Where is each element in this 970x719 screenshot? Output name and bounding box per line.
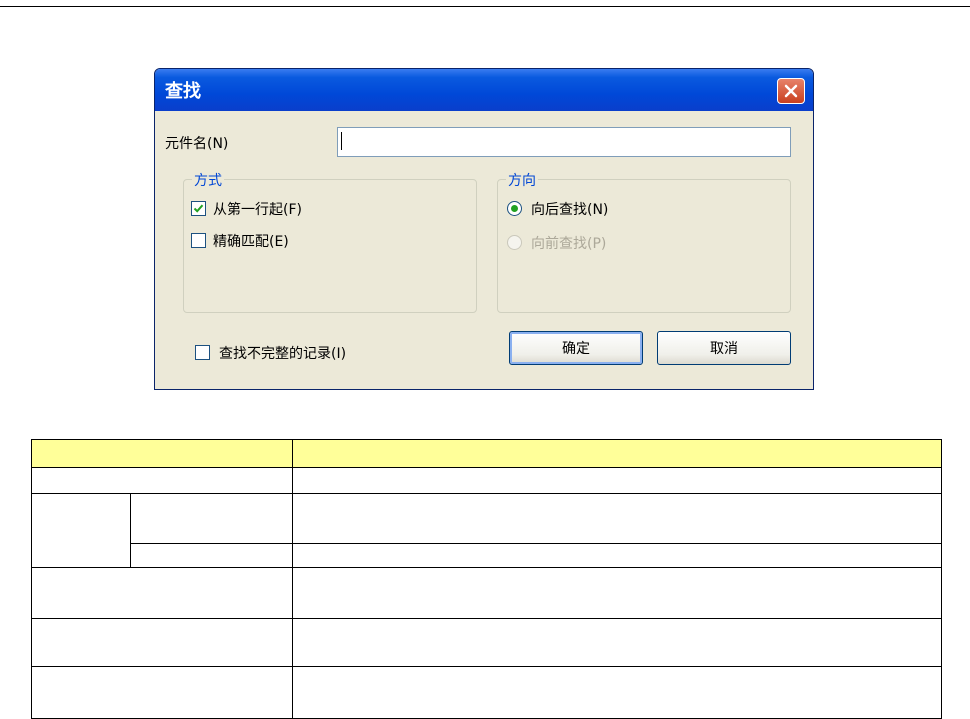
table-cell [292, 665, 942, 719]
incomplete-records-checkbox[interactable] [195, 345, 210, 360]
table-cell [292, 617, 942, 667]
exact-match-checkbox[interactable] [191, 233, 206, 248]
ok-button[interactable]: 确定 [509, 331, 643, 365]
table-cell [31, 493, 131, 569]
check-icon [193, 204, 204, 213]
table-cell [292, 567, 942, 619]
table-cell [292, 493, 942, 545]
description-table [31, 438, 942, 719]
table-cell [130, 543, 293, 569]
table-cell [31, 665, 293, 719]
top-rule [0, 6, 970, 7]
radio-dot-icon [511, 205, 518, 212]
title-bar[interactable]: 查找 [155, 69, 813, 111]
backward-radio[interactable] [507, 201, 522, 216]
table-cell [31, 567, 293, 619]
exact-match-label: 精确匹配(E) [213, 234, 289, 250]
incomplete-records-label: 查找不完整的记录(I) [219, 346, 347, 362]
table-cell [292, 467, 942, 495]
table-cell [130, 493, 293, 545]
dialog-title: 查找 [165, 81, 201, 102]
table-cell [292, 543, 942, 569]
table-header-cell [292, 438, 942, 469]
cancel-button[interactable]: 取消 [657, 331, 791, 365]
table-header-cell [31, 438, 293, 469]
find-dialog: 查找 元件名(N) 方式 从第一行起(F) 精确匹配(E) 方向 向后查找(N)… [154, 68, 814, 390]
table-row [31, 617, 942, 667]
table-row [31, 567, 942, 619]
mode-group-legend: 方式 [192, 170, 224, 190]
direction-group-legend: 方向 [506, 170, 538, 190]
forward-label: 向前查找(P) [531, 236, 607, 252]
table-row [31, 665, 942, 719]
name-input[interactable] [337, 127, 791, 157]
close-icon [784, 84, 798, 98]
backward-label: 向后查找(N) [531, 202, 609, 218]
forward-radio[interactable] [507, 235, 522, 250]
table-cell [31, 467, 293, 495]
from-first-row-checkbox[interactable] [191, 201, 206, 216]
name-label: 元件名(N) [165, 136, 229, 152]
text-caret [341, 132, 342, 150]
table-header-row [31, 438, 942, 469]
table-row [32, 543, 942, 569]
from-first-row-label: 从第一行起(F) [213, 202, 302, 218]
table-cell [31, 617, 293, 667]
table-row [31, 467, 942, 495]
table-row [31, 493, 942, 569]
close-button[interactable] [777, 78, 805, 104]
